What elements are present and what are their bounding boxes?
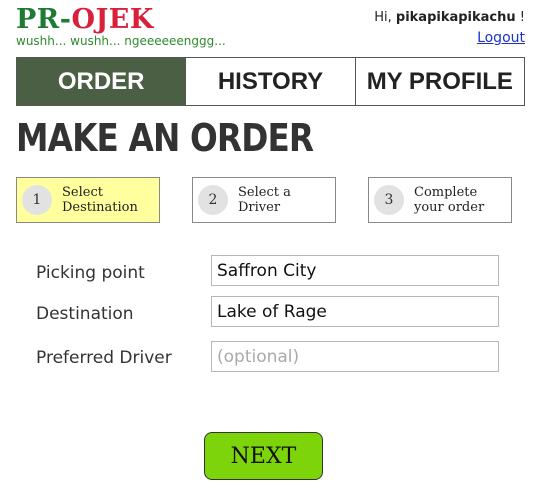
preferred-driver-label: Preferred Driver	[36, 348, 172, 368]
step-label-line1: Complete	[414, 185, 478, 200]
main-nav-tabs: ORDER HISTORY MY PROFILE	[16, 57, 525, 106]
step-number: 2	[198, 185, 228, 215]
user-greeting: Hi, pikapikapikachu !	[374, 10, 525, 25]
step-select-driver: 2 Select a Driver	[192, 177, 336, 223]
logo-pr: PR	[16, 4, 60, 35]
picking-point-input[interactable]	[211, 255, 499, 286]
tab-order[interactable]: ORDER	[17, 58, 187, 105]
step-select-destination: 1 Select Destination	[16, 177, 160, 223]
step-complete-order: 3 Complete your order	[368, 177, 512, 223]
username: pikapikapikachu	[395, 10, 516, 25]
preferred-driver-input[interactable]	[211, 341, 499, 372]
greeting-suffix: !	[515, 10, 525, 25]
step-label: Complete your order	[414, 185, 484, 215]
destination-label: Destination	[36, 304, 134, 324]
step-number: 3	[374, 185, 404, 215]
destination-input[interactable]	[211, 296, 499, 327]
step-label: Select a Driver	[238, 185, 291, 215]
logo-ojek: OJEK	[71, 4, 154, 35]
step-label-line2: Driver	[238, 200, 281, 215]
step-label-line2: Destination	[62, 200, 138, 215]
step-label: Select Destination	[62, 185, 138, 215]
step-label-line1: Select a	[238, 185, 291, 200]
tab-my-profile[interactable]: MY PROFILE	[355, 58, 524, 105]
logout-link[interactable]: Logout	[477, 30, 525, 46]
app-logo: PR-OJEK	[16, 6, 154, 33]
tagline: wushh... wushh... ngeeeeeenggg...	[16, 34, 226, 48]
step-label-line2: your order	[414, 200, 485, 215]
greeting-prefix: Hi,	[374, 10, 396, 25]
picking-point-label: Picking point	[36, 263, 145, 283]
step-number: 1	[22, 185, 52, 215]
next-button[interactable]: NEXT	[204, 432, 323, 480]
page-title: MAKE AN ORDER	[16, 116, 314, 160]
step-label-line1: Select	[62, 185, 103, 200]
logo-dash: -	[59, 4, 72, 35]
tab-history[interactable]: HISTORY	[186, 58, 356, 105]
